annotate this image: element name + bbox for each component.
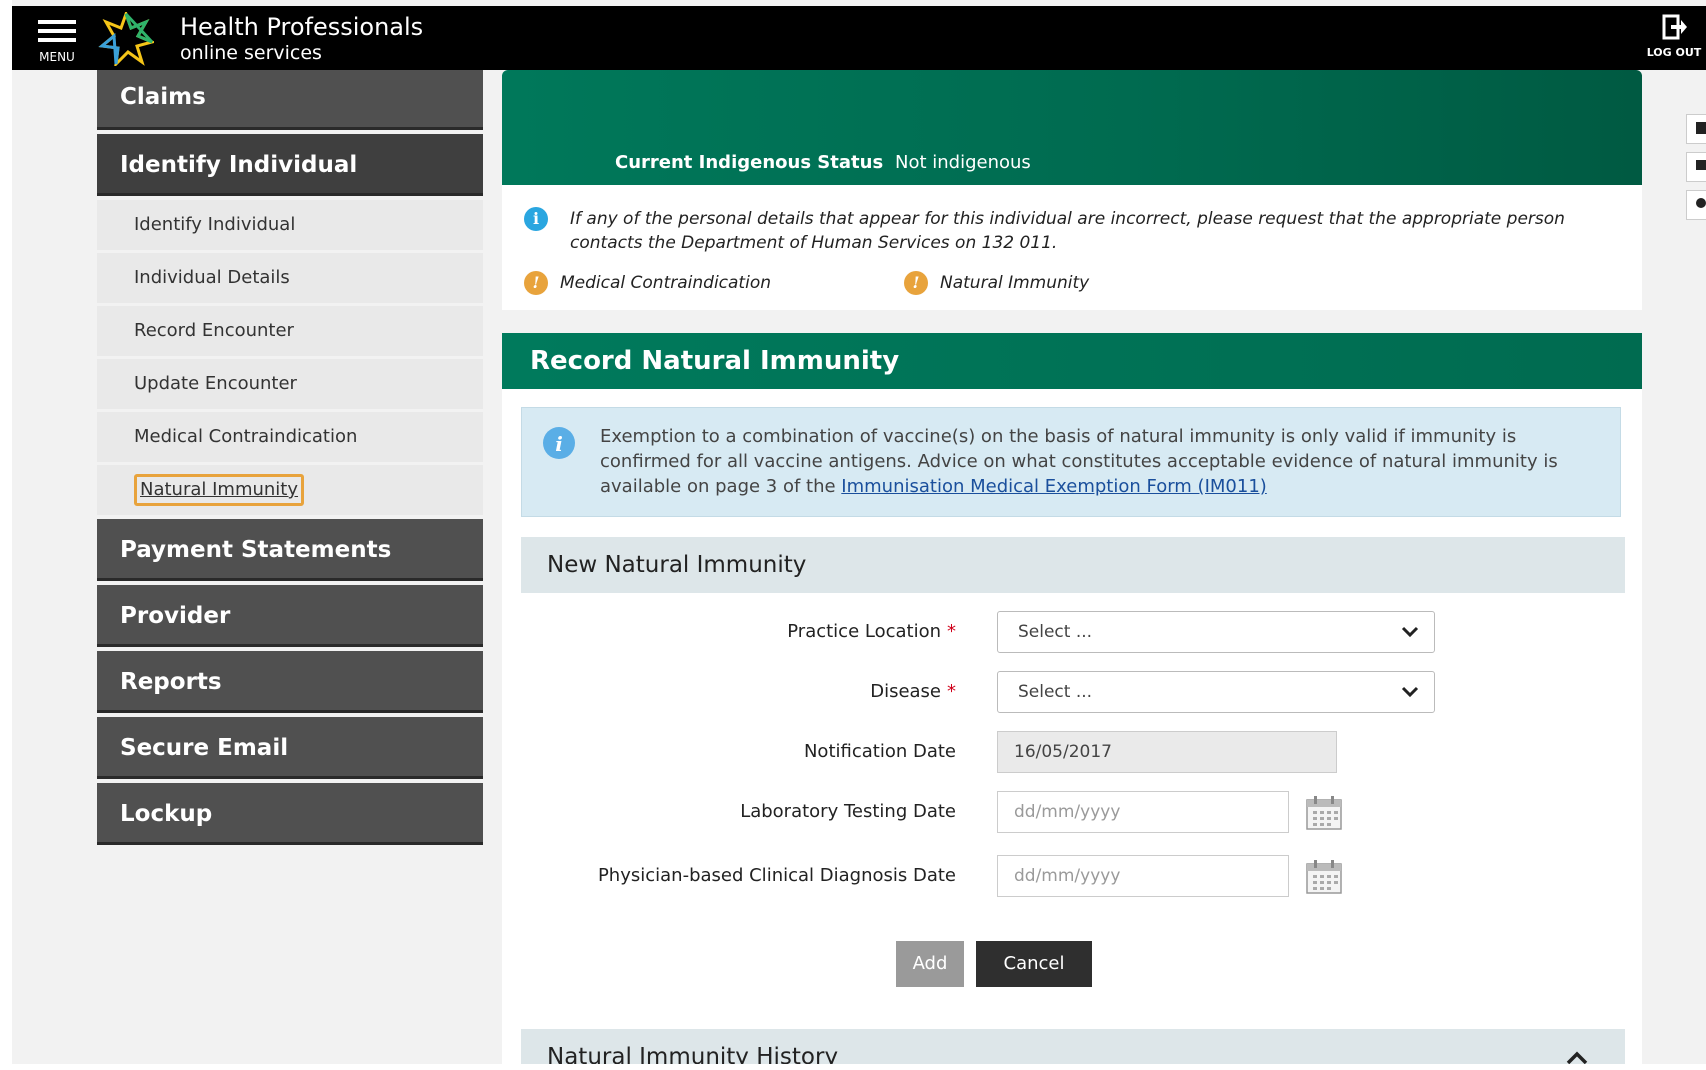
page: MENU Health Professionals online service… [0,0,1706,1070]
info-icon: i [524,207,548,231]
required-marker: * [947,621,956,642]
top-header: MENU Health Professionals online service… [12,6,1706,70]
disease-row: Disease * Select ... [502,671,1642,715]
subitem-individual-details[interactable]: Individual Details [97,253,483,303]
alert-list: ! Medical Contraindication ! Natural Imm… [524,271,1614,301]
disease-label: Disease * [870,671,956,713]
logout-icon [1662,14,1687,40]
notice-text: If any of the personal details that appe… [570,209,1565,253]
menu-icon-bar [38,29,76,33]
indigenous-status-value: Not indigenous [895,152,1031,173]
sidebar-item-lockup[interactable]: Lockup [97,783,483,845]
sidebar-item-payment-statements[interactable]: Payment Statements [97,519,483,581]
print-icon-glyph [1696,122,1706,134]
subitem-medical-contraindication[interactable]: Medical Contraindication [97,412,483,462]
physician-date-label: Physician-based Clinical Diagnosis Date [597,865,956,886]
print-icon[interactable] [1686,114,1706,144]
practice-location-label: Practice Location * [787,611,956,653]
lab-testing-date-input[interactable] [997,791,1289,833]
side-utility-icons [1686,114,1706,228]
practice-location-label-text: Practice Location [787,621,941,642]
help-icon-glyph [1696,198,1706,208]
warning-icon: ! [904,271,928,295]
chevron-down-icon [1401,626,1419,638]
physician-date-input[interactable] [997,855,1289,897]
required-marker: * [947,681,956,702]
menu-icon-bar [38,38,76,42]
sidebar-item-identify-individual[interactable]: Identify Individual [97,134,483,196]
logout-button[interactable]: LOG OUT [1642,14,1706,68]
practice-location-select[interactable]: Select ... [997,611,1435,653]
help-icon[interactable] [1686,190,1706,220]
cancel-button[interactable]: Cancel [976,941,1092,987]
logo-icon [98,12,154,66]
user-icon[interactable] [1686,152,1706,182]
indigenous-status-label: Current Indigenous Status [615,152,884,173]
sidebar-item-provider[interactable]: Provider [97,585,483,647]
brand: Health Professionals online services [180,12,423,64]
subitem-update-encounter[interactable]: Update Encounter [97,359,483,409]
subitem-identify-individual[interactable]: Identify Individual [97,200,483,250]
add-button[interactable]: Add [896,941,964,987]
exemption-info-box: i Exemption to a combination of vaccine(… [521,407,1621,517]
info-icon: i [543,427,575,459]
brand-subtitle: online services [180,42,322,64]
calendar-icon[interactable] [1305,795,1343,831]
notification-date-row: Notification Date 16/05/2017 [502,731,1642,775]
logout-label: LOG OUT [1646,46,1702,59]
brand-title: Health Professionals [180,13,424,41]
practice-location-value: Select ... [1018,622,1093,642]
svg-text:i: i [555,432,563,456]
form-actions: Add Cancel [502,941,1642,987]
disease-select[interactable]: Select ... [997,671,1435,713]
menu-icon [38,20,76,24]
subitem-natural-immunity[interactable]: Natural Immunity [97,465,483,515]
alert-label: Medical Contraindication [560,273,771,293]
practice-location-row: Practice Location * Select ... [502,611,1642,655]
exemption-text: Exemption to a combination of vaccine(s)… [600,424,1610,499]
notice-panel: i If any of the personal details that ap… [502,185,1642,310]
bottom-edge [0,1064,1706,1070]
sidebar-item-reports[interactable]: Reports [97,651,483,713]
chevron-down-icon [1401,686,1419,698]
sidebar: Claims Identify Individual Identify Indi… [97,70,483,849]
main-content: Current Indigenous Status Not indigenous… [502,70,1642,1070]
warning-icon: ! [524,271,548,295]
lab-testing-date-label: Laboratory Testing Date [740,801,956,822]
sidebar-submenu: Identify Individual Individual Details R… [97,200,483,515]
new-natural-immunity-header: New Natural Immunity [521,537,1625,593]
physician-date-row: Physician-based Clinical Diagnosis Date [502,855,1642,899]
sidebar-item-secure-email[interactable]: Secure Email [97,717,483,779]
menu-button[interactable]: MENU [34,16,80,64]
menu-label: MENU [39,50,75,64]
disease-label-text: Disease [870,681,941,702]
subitem-record-encounter[interactable]: Record Encounter [97,306,483,356]
subitem-natural-immunity-label[interactable]: Natural Immunity [134,474,305,506]
notification-date-label: Notification Date [803,741,956,762]
user-icon-glyph [1696,160,1706,170]
calendar-icon[interactable] [1305,859,1343,895]
individual-status-banner: Current Indigenous Status Not indigenous [502,70,1642,185]
notification-date-field: 16/05/2017 [997,731,1337,773]
alert-label: Natural Immunity [940,273,1090,293]
sidebar-item-claims[interactable]: Claims [97,70,483,130]
lab-testing-date-row: Laboratory Testing Date [502,791,1642,835]
section-title: Record Natural Immunity [502,333,1642,389]
im011-form-link[interactable]: Immunisation Medical Exemption Form (IM0… [841,476,1267,497]
left-gutter [0,0,12,1070]
disease-value: Select ... [1018,682,1093,702]
record-natural-immunity-section: i Exemption to a combination of vaccine(… [502,389,1642,1070]
